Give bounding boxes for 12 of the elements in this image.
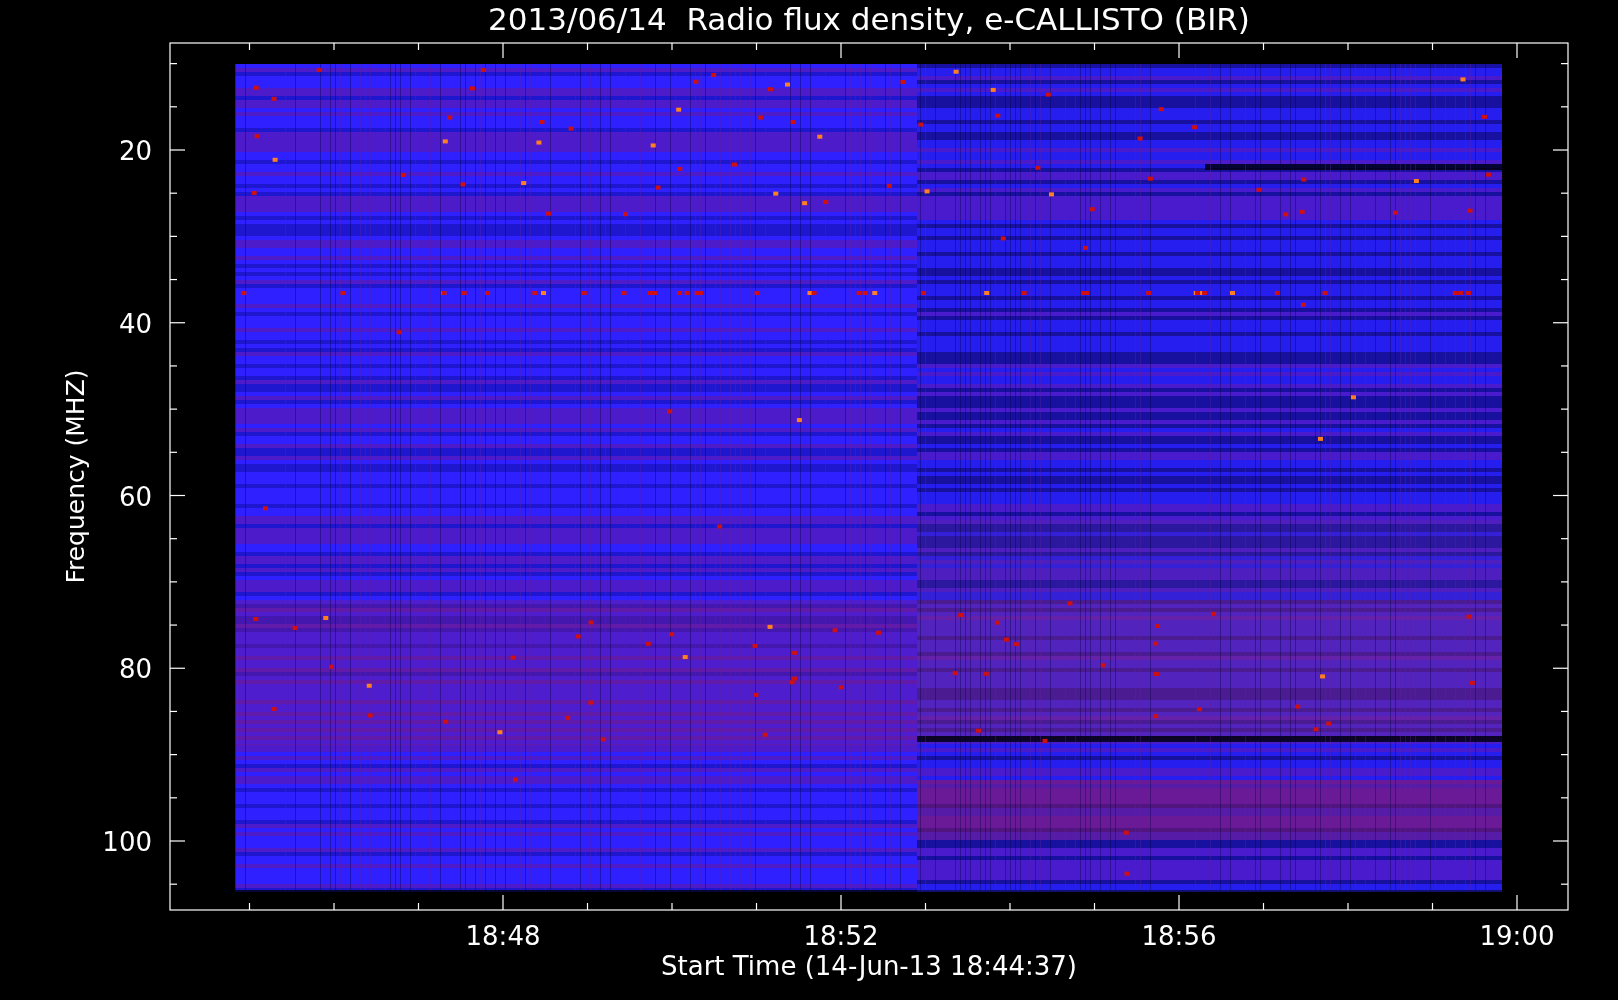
y-tick-label: 80 [118, 654, 152, 685]
y-axis-label: Frequency (MHZ) [61, 369, 90, 584]
y-tick-label: 100 [102, 827, 152, 857]
y-tick-label: 20 [118, 136, 152, 166]
x-axis-label: Start Time (14-Jun-13 18:44:37) [661, 951, 1077, 981]
x-tick-label: 18:56 [1141, 921, 1217, 951]
y-tick-label: 60 [118, 481, 152, 512]
x-tick-label: 18:52 [803, 921, 879, 951]
y-tick-label: 40 [118, 308, 152, 339]
chart-title: 2013/06/14 Radio flux density, e-CALLISTO (BIR) [488, 1, 1250, 37]
x-tick-label: 19:00 [1479, 921, 1555, 951]
x-tick-label: 18:48 [465, 921, 541, 951]
